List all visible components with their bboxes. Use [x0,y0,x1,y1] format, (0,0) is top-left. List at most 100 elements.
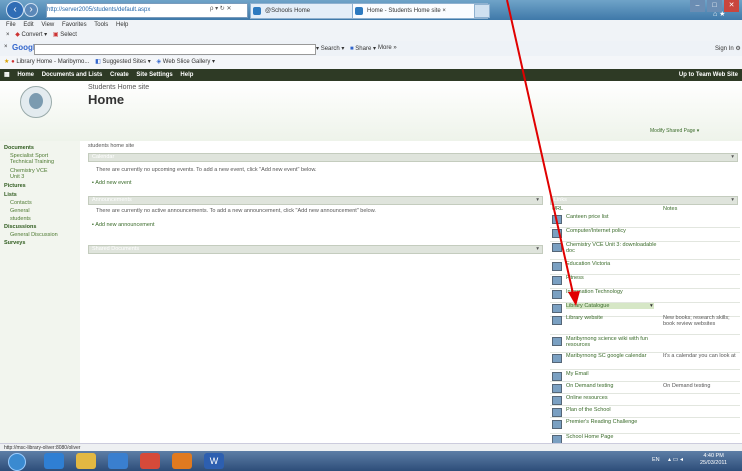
link-icon [552,372,562,381]
close-toolbar-icon[interactable]: × [6,32,10,38]
media-taskbar-icon[interactable] [108,453,128,469]
link-row[interactable]: Computer/Internet policy [550,227,740,242]
new-tab-button[interactable] [474,4,490,18]
link-row[interactable]: Chemistry VCE Unit 3: downloadable doc [550,241,740,260]
link-url[interactable]: Information Technology [566,289,658,295]
link-url[interactable]: Canteen price list [566,214,658,220]
fav-suggested-sites[interactable]: Suggested Sites [102,59,146,65]
menu-view[interactable]: View [41,22,54,28]
link-url[interactable]: My Email [566,371,658,377]
links-col-notes[interactable]: Notes [663,206,677,212]
link-url[interactable]: Library Catalogue [566,303,654,309]
forward-button[interactable]: › [24,3,38,17]
link-url[interactable]: Maribyrnong science wiki with fun resour… [566,336,658,348]
menu-file[interactable]: File [6,22,16,28]
nav-documents-lists[interactable]: Documents and Lists [42,72,103,78]
close-tab-icon[interactable]: × [442,8,446,14]
google-search-button[interactable]: ▾ Search ▾ [316,45,344,52]
link-row[interactable]: Canteen price list [550,213,740,228]
link-row[interactable]: Maribyrnong SC google calendar It's a cal… [550,352,740,370]
links-menu-icon[interactable]: ▾ [731,197,734,204]
link-icon [552,337,562,346]
links-col-url[interactable]: URL [552,206,563,212]
link-url[interactable]: Premier's Reading Challenge [566,419,658,425]
link-row[interactable]: Library website New books; research skill… [550,314,740,335]
fav-web-slice[interactable]: Web Slice Gallery [163,59,211,65]
modify-shared-page-link[interactable]: Modify Shared Page ▾ [650,128,699,134]
link-url[interactable]: School Home Page [566,434,658,440]
link-url[interactable]: Online resources [566,395,658,401]
link-row[interactable]: Maribyrnong science wiki with fun resour… [550,335,740,353]
nav-lists[interactable]: Lists [4,192,17,198]
add-announcement-link[interactable]: ▪ Add new announcement [92,222,155,228]
tab-schools-home[interactable]: @Schools Home [250,3,366,19]
menu-tools[interactable]: Tools [94,22,108,28]
link-row[interactable]: Education Victoria [550,260,740,275]
tab-students-home[interactable]: Home - Students Home site × [352,3,488,19]
link-url[interactable]: Computer/Internet policy [566,228,658,234]
nav-help[interactable]: Help [180,72,193,78]
link-url[interactable]: Education Victoria [566,261,658,267]
menu-edit[interactable]: Edit [23,22,33,28]
nav-contacts[interactable]: Contacts [10,200,32,206]
link-row[interactable]: Plan of the School [550,406,740,418]
link-row[interactable]: Fitness [550,274,740,289]
site-description: students home site [88,143,135,149]
fav-library-home[interactable]: Library Home - Maribyrno... [16,59,89,65]
search-dropdown-icon[interactable]: ρ ▾ ↻ ✕ [210,5,231,12]
word-taskbar-icon[interactable]: W [204,453,224,469]
link-dropdown-icon[interactable]: ▾ [650,303,653,309]
link-row[interactable]: On Demand testing On Demand testing [550,382,740,394]
nav-documents[interactable]: Documents [4,145,34,151]
menu-help[interactable]: Help [116,22,128,28]
menu-favorites[interactable]: Favorites [62,22,87,28]
up-to-team-site-link[interactable]: Up to Team Web Site [679,69,738,81]
taskbar-clock[interactable]: 4:40 PM 25/03/2011 [700,453,727,467]
nav-site-settings[interactable]: Site Settings [136,72,172,78]
nav-surveys[interactable]: Surveys [4,240,25,246]
link-row[interactable]: Premier's Reading Challenge [550,418,740,434]
announcements-menu-icon[interactable]: ▾ [536,197,539,204]
explorer-taskbar-icon[interactable] [76,453,96,469]
link-url[interactable]: Fitness [566,275,658,281]
minimize-icon[interactable]: – [690,0,705,12]
link-row[interactable]: Information Technology [550,288,740,303]
select-button[interactable]: Select [60,32,77,38]
nav-pictures[interactable]: Pictures [4,183,26,189]
nav-technical-training[interactable]: Technical Training [10,159,54,165]
link-row[interactable]: My Email [550,370,740,382]
link-url[interactable]: On Demand testing [566,383,658,389]
nav-home[interactable]: Home [17,72,34,78]
link-url[interactable]: Library website [566,315,658,321]
link-url[interactable]: Chemistry VCE Unit 3: downloadable doc [566,242,658,254]
more-button[interactable]: More » [378,45,397,51]
nav-students[interactable]: students [10,216,31,222]
sharepoint-logo-icon: ▦ [4,72,10,78]
link-url[interactable]: Plan of the School [566,407,658,413]
nav-create[interactable]: Create [110,72,129,78]
nav-general-discussion[interactable]: General Discussion [10,232,58,238]
share-button[interactable]: ■ Share ▾ [350,45,376,52]
nav-general[interactable]: General [10,208,30,214]
home-icon[interactable]: ⌂ ★ [713,10,725,18]
add-event-link[interactable]: ▪ Add new event [92,180,132,186]
link-url[interactable]: Maribyrnong SC google calendar [566,353,658,359]
ie-taskbar-icon[interactable] [44,453,64,469]
events-menu-icon[interactable]: ▾ [731,154,734,161]
nav-unit3[interactable]: Unit 3 [10,174,24,180]
language-indicator[interactable]: EN [652,457,660,463]
back-button[interactable]: ‹ [6,1,24,19]
close-google-icon[interactable]: × [4,44,8,50]
start-button[interactable] [8,453,26,471]
close-window-icon[interactable]: ✕ [724,0,739,12]
shared-docs-menu-icon[interactable]: ▾ [536,246,539,253]
convert-button[interactable]: Convert [21,32,42,38]
outlook-taskbar-icon[interactable] [172,453,192,469]
sign-in-link[interactable]: Sign In ⚙ [715,45,741,52]
tray-icons[interactable]: ▴ ▭ ◂ [668,456,683,463]
chrome-taskbar-icon[interactable] [140,453,160,469]
nav-discussions[interactable]: Discussions [4,224,36,230]
favorites-star-icon[interactable]: ★ [4,59,9,65]
google-search-input[interactable] [34,44,316,55]
link-row[interactable]: Online resources [550,394,740,406]
